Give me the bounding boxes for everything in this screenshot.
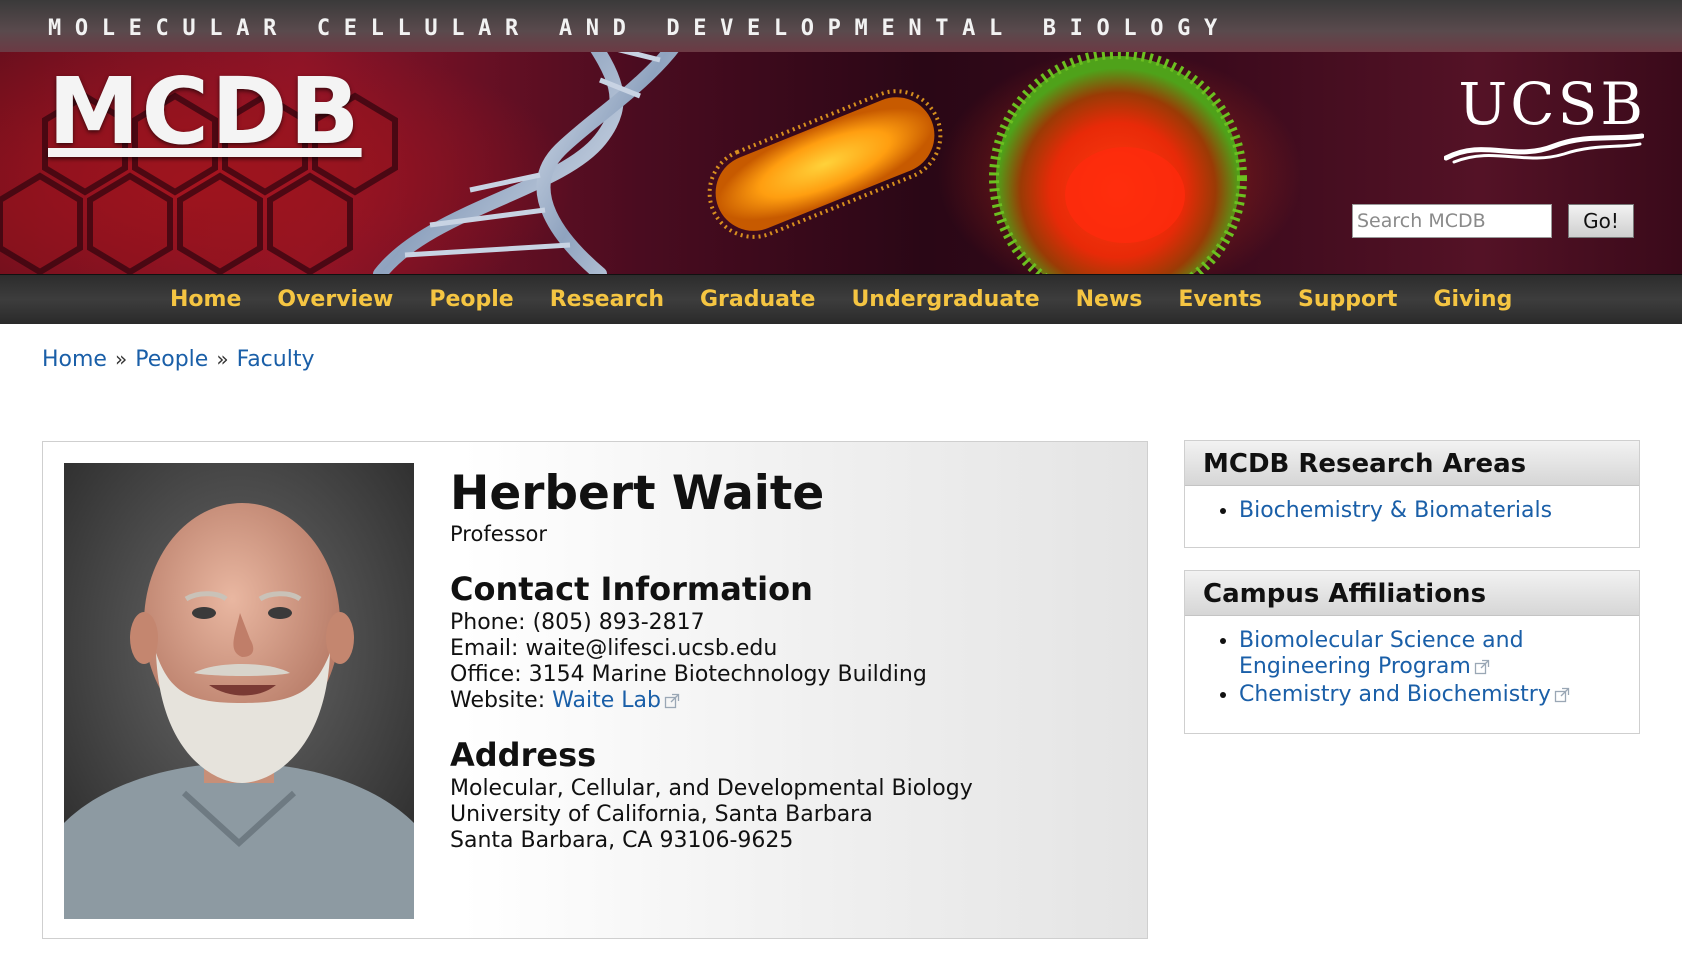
- phone-label: Phone:: [450, 609, 526, 635]
- nav-link-people[interactable]: People: [411, 275, 531, 324]
- breadcrumb-separator: »: [114, 347, 128, 371]
- main-nav: Home Overview People Research Graduate U…: [0, 274, 1682, 324]
- phone-line: Phone: (805) 893-2817: [450, 610, 1130, 636]
- ucsb-waves-icon: [1444, 133, 1644, 164]
- search-go-button[interactable]: Go!: [1568, 204, 1634, 238]
- nav-item-research: Research: [532, 275, 682, 324]
- nav-link-support[interactable]: Support: [1280, 275, 1415, 324]
- breadcrumb-people[interactable]: People: [135, 347, 208, 372]
- nav-link-giving[interactable]: Giving: [1415, 275, 1530, 324]
- list-item: Chemistry and Biochemistry: [1239, 682, 1639, 708]
- nav-item-home: Home: [152, 275, 259, 324]
- address-heading: Address: [450, 735, 597, 774]
- nav-link-news[interactable]: News: [1058, 275, 1161, 324]
- list-item: Biochemistry & Biomaterials: [1239, 498, 1639, 524]
- nav-link-overview[interactable]: Overview: [259, 275, 411, 324]
- phone-value: (805) 893-2817: [532, 609, 705, 635]
- office-value: 3154 Marine Biotechnology Building: [528, 661, 927, 687]
- website-line: Website: Waite Lab: [450, 688, 1130, 714]
- nav-link-events[interactable]: Events: [1160, 275, 1280, 324]
- profile-card: Herbert Waite Professor Contact Informat…: [42, 441, 1148, 939]
- breadcrumb: Home » People » Faculty: [42, 347, 314, 372]
- external-link-icon: [664, 693, 680, 708]
- research-areas-heading: MCDB Research Areas: [1185, 441, 1639, 486]
- page: MOLECULAR CELLULAR AND DEVELOPMENTAL BIO…: [0, 0, 1682, 962]
- site-tagline: MOLECULAR CELLULAR AND DEVELOPMENTAL BIO…: [48, 16, 1231, 41]
- mcdb-logo[interactable]: MCDB: [48, 66, 362, 158]
- nav-item-events: Events: [1160, 275, 1280, 324]
- website-label: Website:: [450, 687, 546, 713]
- external-link-icon: [1554, 687, 1570, 703]
- research-areas-box: MCDB Research Areas Biochemistry & Bioma…: [1184, 440, 1640, 548]
- nav-item-graduate: Graduate: [682, 275, 833, 324]
- nav-item-news: News: [1058, 275, 1161, 324]
- website-link[interactable]: Waite Lab: [552, 688, 661, 713]
- nav-item-overview: Overview: [259, 275, 411, 324]
- ucsb-logo[interactable]: UCSB: [1458, 70, 1646, 138]
- campus-affiliations-list: Biomolecular Science and Engineering Pro…: [1185, 628, 1639, 708]
- contact-heading: Contact Information: [450, 569, 813, 608]
- breadcrumb-faculty[interactable]: Faculty: [237, 347, 315, 372]
- office-line: Office: 3154 Marine Biotechnology Buildi…: [450, 662, 1130, 688]
- office-label: Office:: [450, 661, 522, 687]
- nav-link-research[interactable]: Research: [532, 275, 682, 324]
- email-label: Email:: [450, 635, 519, 661]
- address-line-3: Santa Barbara, CA 93106-9625: [450, 827, 794, 853]
- affiliation-link-chem[interactable]: Chemistry and Biochemistry: [1239, 682, 1551, 707]
- person-name: Herbert Waite: [450, 466, 825, 521]
- address-line-1: Molecular, Cellular, and Developmental B…: [450, 775, 973, 801]
- nav-link-home[interactable]: Home: [152, 275, 259, 324]
- campus-affiliations-heading: Campus Affiliations: [1185, 571, 1639, 616]
- research-area-link[interactable]: Biochemistry & Biomaterials: [1239, 498, 1552, 523]
- site-banner: MOLECULAR CELLULAR AND DEVELOPMENTAL BIO…: [0, 0, 1682, 274]
- profile-info: Herbert Waite Professor Contact Informat…: [450, 468, 1130, 854]
- email-line: Email: waite@lifesci.ucsb.edu: [450, 636, 1130, 662]
- list-item: Biomolecular Science and Engineering Pro…: [1239, 628, 1639, 680]
- nav-link-graduate[interactable]: Graduate: [682, 275, 833, 324]
- nav-item-undergraduate: Undergraduate: [833, 275, 1057, 324]
- nav-list: Home Overview People Research Graduate U…: [152, 275, 1530, 324]
- nav-item-people: People: [411, 275, 531, 324]
- external-link-icon: [1474, 659, 1489, 675]
- nav-link-undergraduate[interactable]: Undergraduate: [833, 275, 1057, 324]
- search-input[interactable]: [1352, 204, 1552, 238]
- address-line-2: University of California, Santa Barbara: [450, 801, 873, 827]
- profile-photo: [64, 463, 414, 919]
- breadcrumb-separator: »: [216, 347, 229, 371]
- nav-item-giving: Giving: [1415, 275, 1530, 324]
- email-value: waite@lifesci.ucsb.edu: [525, 635, 778, 661]
- nav-item-support: Support: [1280, 275, 1415, 324]
- research-areas-list: Biochemistry & Biomaterials: [1185, 498, 1639, 524]
- campus-affiliations-box: Campus Affiliations Biomolecular Science…: [1184, 570, 1640, 734]
- breadcrumb-home[interactable]: Home: [42, 347, 107, 372]
- person-title: Professor: [450, 521, 547, 546]
